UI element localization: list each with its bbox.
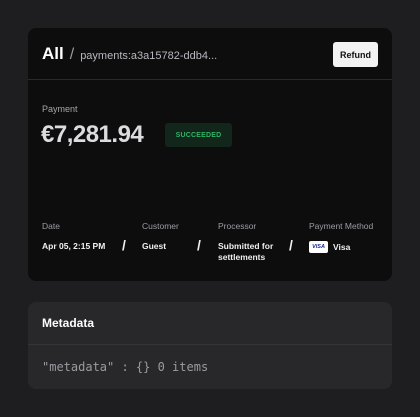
detail-separator: / [289, 237, 293, 253]
breadcrumb: All / payments:a3a15782-ddb4... [42, 44, 217, 64]
processor-value-line1: Submitted for [218, 241, 274, 251]
payment-method-text: Visa [333, 241, 351, 252]
payment-label: Payment [42, 104, 78, 114]
payment-amount: €7,281.94 [41, 121, 144, 148]
payment-method-label: Payment Method [309, 221, 374, 231]
page: All / payments:a3a15782-ddb4... Refund P… [0, 0, 420, 417]
metadata-title: Metadata [42, 316, 95, 330]
detail-date: Date Apr 05, 2:15 PM [42, 221, 105, 252]
detail-processor: Processor Submitted for settlements [218, 221, 273, 263]
breadcrumb-payment-id: payments:a3a15782-ddb4... [80, 49, 218, 62]
customer-label: Customer [142, 221, 179, 231]
breadcrumb-all-link[interactable]: All [42, 44, 64, 64]
payment-card: All / payments:a3a15782-ddb4... Refund P… [28, 28, 392, 281]
visa-card-icon: VISA [309, 241, 328, 253]
detail-payment-method: Payment Method VISA Visa [309, 221, 373, 253]
metadata-json-view: "metadata" : {} 0 items [42, 360, 209, 374]
metadata-header: Metadata [28, 302, 392, 345]
processor-value-line2: settlements [218, 252, 266, 262]
detail-separator: / [122, 237, 126, 253]
refund-button[interactable]: Refund [333, 42, 378, 67]
card-header: All / payments:a3a15782-ddb4... Refund [28, 28, 392, 80]
breadcrumb-separator: / [69, 45, 75, 63]
customer-value: Guest [142, 241, 167, 251]
processor-label: Processor [218, 221, 257, 231]
processor-value: Submitted for settlements [218, 241, 273, 263]
payment-details-row: Date Apr 05, 2:15 PM / Customer Guest / … [42, 221, 382, 263]
date-label: Date [42, 221, 60, 231]
detail-separator: / [197, 237, 201, 253]
payment-method-value: VISA Visa [309, 241, 373, 253]
date-value: Apr 05, 2:15 PM [42, 241, 106, 251]
metadata-card: Metadata "metadata" : {} 0 items [28, 302, 392, 389]
status-badge: SUCCEEDED [165, 123, 232, 147]
detail-customer: Customer Guest [142, 221, 179, 252]
